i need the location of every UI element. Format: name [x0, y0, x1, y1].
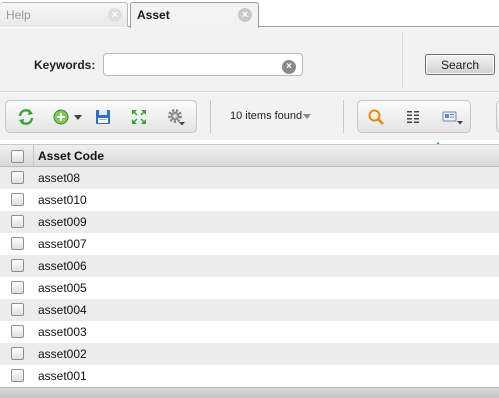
- table-row[interactable]: asset006: [0, 255, 499, 277]
- table-row[interactable]: asset001: [0, 365, 499, 387]
- asset-code-cell: asset005: [38, 281, 87, 295]
- table-row[interactable]: asset003: [0, 321, 499, 343]
- table-row[interactable]: asset010: [0, 189, 499, 211]
- row-checkbox[interactable]: [11, 281, 24, 294]
- search-icon[interactable]: [367, 108, 385, 126]
- chevron-down-icon[interactable]: [303, 114, 311, 119]
- asset-grid: Asset Code asset08 asset010 asset009 ass…: [0, 144, 499, 387]
- row-checkbox[interactable]: [11, 237, 24, 250]
- toolbar: 10 items found: [0, 93, 499, 140]
- asset-code-cell: asset006: [38, 259, 87, 273]
- add-icon[interactable]: [52, 108, 70, 126]
- grid-header: Asset Code: [0, 144, 499, 167]
- toolbar-divider: [343, 100, 344, 133]
- asset-code-cell: asset002: [38, 347, 87, 361]
- table-row[interactable]: asset005: [0, 277, 499, 299]
- refresh-icon[interactable]: [17, 108, 35, 126]
- column-divider: [33, 145, 34, 167]
- panel-divider: [402, 32, 403, 88]
- asset-code-cell: asset001: [38, 369, 87, 383]
- column-header-asset-code[interactable]: Asset Code: [38, 149, 104, 163]
- horizontal-scrollbar[interactable]: [0, 387, 499, 398]
- save-icon[interactable]: [94, 108, 112, 126]
- add-dropdown-icon[interactable]: [73, 112, 83, 122]
- keywords-label: Keywords:: [34, 58, 96, 72]
- asset-code-cell: asset007: [38, 237, 87, 251]
- asset-code-cell: asset010: [38, 193, 87, 207]
- gear-icon[interactable]: [167, 108, 185, 126]
- asset-code-cell: asset004: [38, 303, 87, 317]
- asset-code-cell: asset009: [38, 215, 87, 229]
- toolbar-view-group: [357, 100, 471, 133]
- toolbar-actions-group: [5, 100, 197, 133]
- columns-icon[interactable]: [404, 108, 422, 126]
- items-found-count[interactable]: 10 items found: [230, 110, 302, 122]
- tab-strip: Help × Asset ×: [0, 0, 499, 28]
- row-checkbox[interactable]: [11, 347, 24, 360]
- row-checkbox[interactable]: [11, 171, 24, 184]
- table-row[interactable]: asset009: [0, 211, 499, 233]
- card-view-icon[interactable]: [441, 108, 463, 126]
- expand-icon[interactable]: [130, 108, 148, 126]
- tab-asset[interactable]: Asset ×: [130, 2, 259, 28]
- row-checkbox[interactable]: [11, 369, 24, 382]
- clear-icon[interactable]: ×: [282, 60, 296, 74]
- row-checkbox[interactable]: [11, 193, 24, 206]
- keywords-input[interactable]: [103, 53, 303, 76]
- table-row[interactable]: asset007: [0, 233, 499, 255]
- search-button[interactable]: Search: [425, 54, 495, 75]
- toolbar-divider: [210, 100, 211, 133]
- tab-help[interactable]: Help ×: [0, 2, 128, 27]
- tab-help-label: Help: [6, 8, 31, 22]
- table-row[interactable]: asset002: [0, 343, 499, 365]
- row-checkbox[interactable]: [11, 259, 24, 272]
- select-all-checkbox[interactable]: [11, 150, 24, 163]
- close-icon[interactable]: ×: [238, 8, 252, 22]
- table-row[interactable]: asset08: [0, 167, 499, 189]
- row-checkbox[interactable]: [11, 325, 24, 338]
- tab-asset-label: Asset: [137, 8, 170, 22]
- row-checkbox[interactable]: [11, 303, 24, 316]
- row-checkbox[interactable]: [11, 215, 24, 228]
- asset-code-cell: asset08: [38, 171, 81, 185]
- close-icon[interactable]: ×: [108, 8, 122, 22]
- table-row[interactable]: asset004: [0, 299, 499, 321]
- search-panel: Keywords: × Search: [0, 28, 499, 92]
- asset-code-cell: asset003: [38, 325, 87, 339]
